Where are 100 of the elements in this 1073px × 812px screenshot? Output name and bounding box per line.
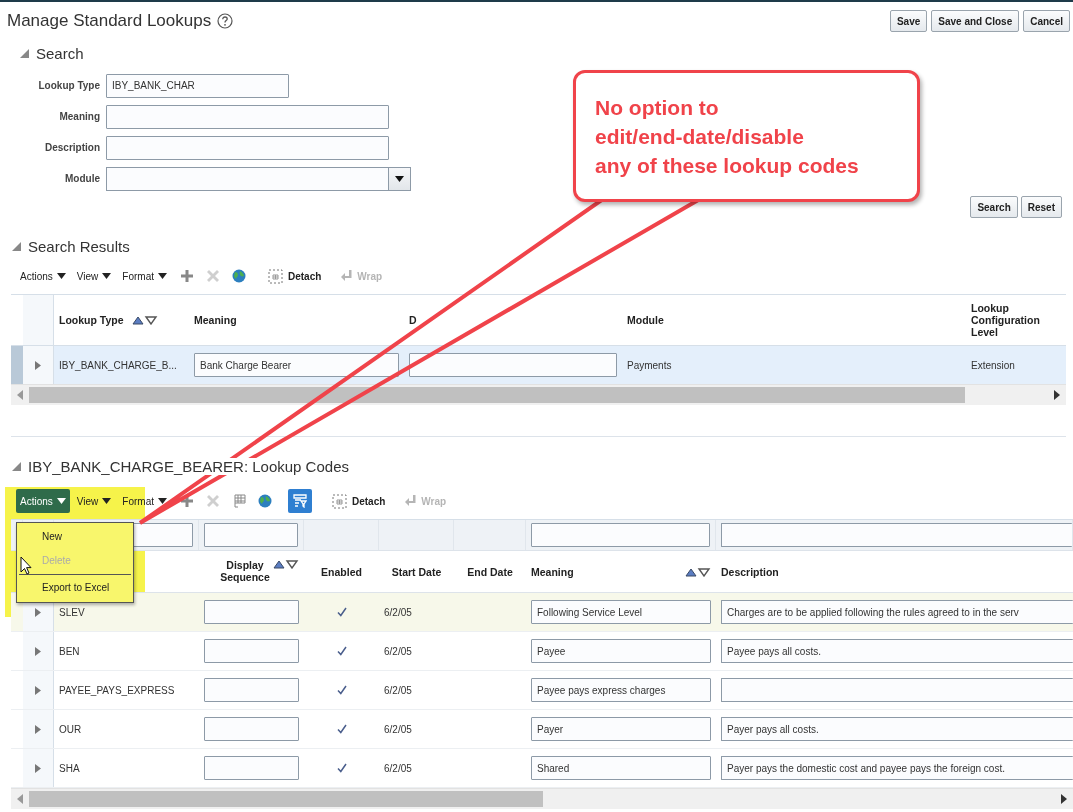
help-icon[interactable] (217, 13, 234, 29)
page-button[interactable]: Save (889, 10, 928, 32)
table-cell: 6/2/05 (384, 723, 412, 735)
input-field[interactable]: Payee pays all costs. (721, 639, 1073, 663)
table-cell: IBY_BANK_CHARGE_B... (59, 359, 177, 371)
detach-button[interactable]: Detach (327, 489, 390, 513)
collapse-icon[interactable] (12, 241, 21, 251)
plus-icon (180, 270, 193, 282)
table-row[interactable]: BEN 6/2/05 Payee Payee pays all costs. (11, 632, 1073, 671)
expand-icon[interactable] (35, 607, 41, 617)
expand-icon[interactable] (35, 360, 41, 370)
table-row[interactable]: IBY_BANK_CHARGE_B... Bank Charge Bearer Payments Extension (11, 346, 1066, 384)
page-button[interactable]: Cancel (1023, 10, 1070, 32)
expand-icon[interactable] (35, 724, 41, 734)
input-field[interactable]: Payer pays all costs. (721, 717, 1073, 741)
scroll-left-icon[interactable] (17, 390, 23, 400)
caret-icon (56, 498, 66, 504)
input-field[interactable]: Bank Charge Bearer (194, 353, 399, 377)
expand-icon[interactable] (35, 763, 41, 773)
caret-icon (157, 273, 167, 279)
input-field[interactable] (106, 104, 389, 129)
dropdown-field[interactable] (106, 166, 411, 191)
input-field[interactable] (204, 600, 299, 624)
page-title: Manage Standard Lookups (7, 11, 212, 31)
globe-icon (231, 269, 246, 283)
menu-button[interactable]: Format (118, 264, 171, 288)
caret-icon (102, 498, 112, 504)
sort-icon[interactable] (131, 315, 158, 325)
input-field[interactable] (204, 756, 299, 780)
field-label: Meaning (58, 111, 100, 122)
scroll-thumb[interactable] (29, 791, 543, 807)
input-field[interactable] (721, 678, 1073, 702)
plus-icon (180, 495, 193, 507)
sort-icon[interactable] (685, 566, 711, 577)
table-row[interactable]: PAYEE_PAYS_EXPRESS 6/2/05 Payee pays express charges (11, 671, 1073, 710)
detach-icon (331, 493, 347, 509)
input-field[interactable]: Payee pays express charges (531, 678, 711, 702)
horizontal-scrollbar[interactable] (11, 788, 1073, 809)
column-header: Display Sequence (219, 559, 271, 583)
column-header: Module (627, 314, 664, 326)
table-cell: 6/2/05 (384, 684, 412, 696)
input-field[interactable]: Payer (531, 717, 711, 741)
field-label: Module (64, 173, 100, 184)
menu-button[interactable]: Actions (16, 489, 70, 513)
collapse-icon[interactable] (12, 461, 21, 471)
filter-field[interactable] (531, 523, 710, 547)
scroll-right-icon[interactable] (1054, 390, 1060, 400)
input-field[interactable] (106, 135, 389, 160)
search-button[interactable]: Search (970, 196, 1018, 218)
collapse-icon[interactable] (20, 48, 29, 58)
table-cell: Extension (971, 359, 1015, 371)
field-label: Description (44, 142, 100, 153)
input-field[interactable]: Charges are to be applied following the rules agreed to in the serv (721, 600, 1073, 624)
sort-icon[interactable] (273, 559, 299, 569)
caret-icon (157, 498, 167, 504)
column-header: D (409, 314, 417, 326)
close-icon (206, 270, 219, 282)
detach-icon (267, 268, 283, 284)
scroll-right-icon[interactable] (1061, 794, 1067, 804)
input-field[interactable] (204, 717, 299, 741)
column-header: Lookup Configuration Level (971, 302, 1041, 338)
table-row[interactable]: SLEV 6/2/05 Following Service Level Charges are to be applied following the rules agreed to in the serv (11, 593, 1073, 632)
filter-icon (292, 494, 307, 508)
input-field[interactable]: IBY_BANK_CHAR (106, 73, 289, 98)
input-field[interactable] (204, 639, 299, 663)
input-field[interactable]: Payee (531, 639, 711, 663)
menu-button[interactable]: View (72, 264, 116, 288)
column-header: Lookup Type (59, 314, 124, 326)
field-label: Lookup Type (37, 80, 100, 91)
input-field[interactable] (409, 353, 617, 377)
scroll-left-icon[interactable] (17, 794, 23, 804)
input-field[interactable] (204, 678, 299, 702)
expand-icon[interactable] (35, 685, 41, 695)
search-button[interactable]: Reset (1020, 196, 1062, 218)
input-field[interactable]: Payer pays the domestic cost and payee pays the foreign cost. (721, 756, 1073, 780)
scroll-thumb[interactable] (29, 387, 965, 403)
table-cell: Payments (627, 359, 672, 371)
input-field[interactable]: Shared (531, 756, 711, 780)
table-row[interactable]: OUR 6/2/05 Payer Payer pays all costs. (11, 710, 1073, 749)
table-cell: 6/2/05 (384, 645, 412, 657)
table-cell: 6/2/05 (384, 606, 412, 618)
input-field[interactable]: Following Service Level (531, 600, 711, 624)
filter-button[interactable] (287, 489, 312, 513)
table-cell: BEN (59, 645, 80, 657)
filter-field[interactable] (204, 523, 298, 547)
expand-icon[interactable] (35, 646, 41, 656)
menu-button[interactable]: View (72, 489, 116, 513)
table-row[interactable]: SHA 6/2/05 Shared Payer pays the domestic cost and payee pays the foreign cost. (11, 749, 1073, 788)
wrap-icon (405, 495, 417, 507)
menu-item[interactable]: New (17, 525, 133, 549)
wrap-icon (341, 270, 353, 282)
table-cell: 6/2/05 (384, 762, 412, 774)
close-icon (206, 495, 219, 507)
detach-button[interactable]: Detach (263, 264, 326, 288)
menu-button[interactable]: Actions (16, 264, 70, 288)
globe-icon (257, 494, 272, 508)
horizontal-scrollbar[interactable] (11, 384, 1066, 405)
page-button[interactable]: Save and Close (931, 10, 1020, 32)
filter-field[interactable] (721, 523, 1072, 547)
grid-icon (231, 494, 246, 508)
